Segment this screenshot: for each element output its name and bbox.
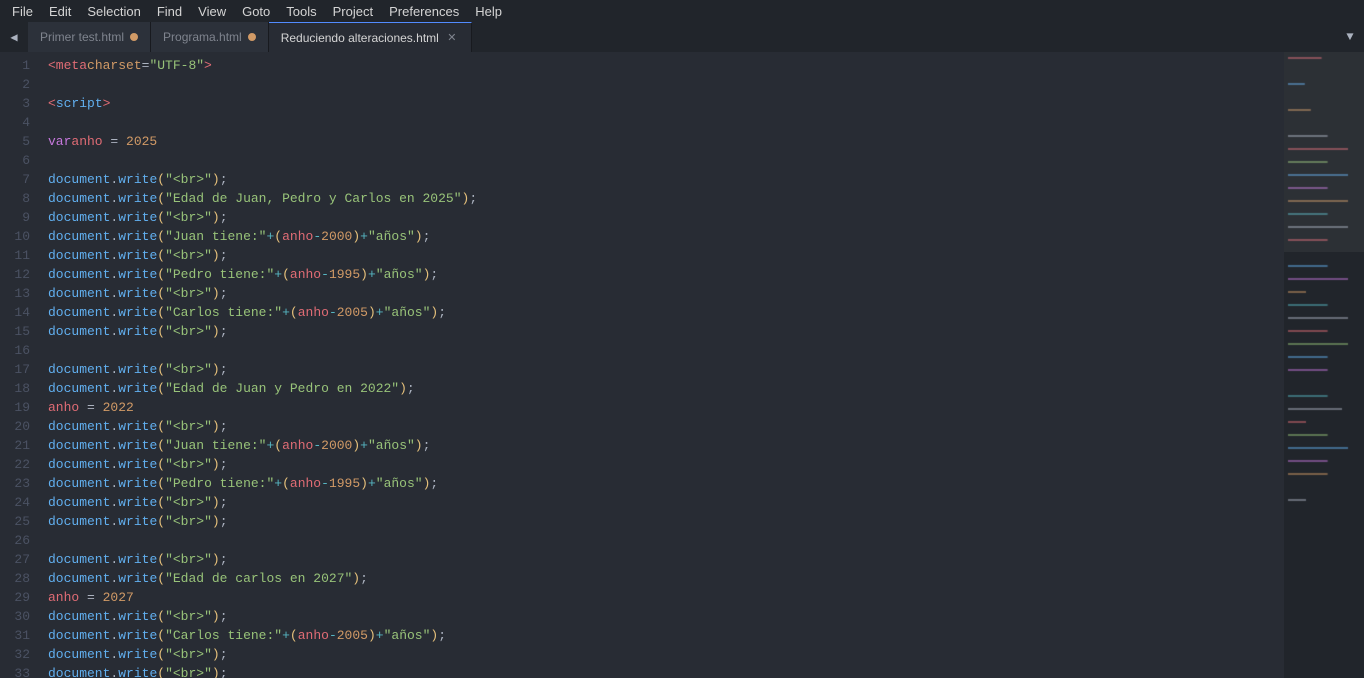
line-numbers: 1234567891011121314151617181920212223242… — [0, 52, 40, 678]
code-line-1: <meta charset="UTF-8"> — [40, 56, 1284, 75]
menu-item-project[interactable]: Project — [325, 2, 381, 21]
menu-item-goto[interactable]: Goto — [234, 2, 278, 21]
code-line-31: document.write("Carlos tiene:"+(anho-200… — [40, 626, 1284, 645]
code-line-3: <script> — [40, 94, 1284, 113]
code-line-28: document.write("Edad de carlos en 2027")… — [40, 569, 1284, 588]
tab-label: Reduciendo alteraciones.html — [281, 31, 439, 45]
line-number-8: 8 — [10, 189, 30, 208]
tab-unsaved-dot — [248, 33, 256, 41]
line-number-22: 22 — [10, 455, 30, 474]
code-line-26 — [40, 531, 1284, 550]
code-line-30: document.write("<br>"); — [40, 607, 1284, 626]
tab-unsaved-dot — [130, 33, 138, 41]
line-number-4: 4 — [10, 113, 30, 132]
editor-area: 1234567891011121314151617181920212223242… — [0, 52, 1364, 678]
line-number-27: 27 — [10, 550, 30, 569]
code-line-22: document.write("<br>"); — [40, 455, 1284, 474]
line-number-25: 25 — [10, 512, 30, 531]
tabs-dropdown-btn[interactable]: ▼ — [1336, 22, 1364, 52]
line-number-17: 17 — [10, 360, 30, 379]
line-number-28: 28 — [10, 569, 30, 588]
tab-label: Primer test.html — [40, 30, 124, 44]
code-line-9: document.write("<br>"); — [40, 208, 1284, 227]
code-line-10: document.write("Juan tiene:"+(anho-2000)… — [40, 227, 1284, 246]
tabs-bar: ◀ Primer test.html Programa.html Reducie… — [0, 22, 1364, 52]
line-number-32: 32 — [10, 645, 30, 664]
line-number-19: 19 — [10, 398, 30, 417]
line-number-15: 15 — [10, 322, 30, 341]
menu-item-tools[interactable]: Tools — [278, 2, 324, 21]
line-number-33: 33 — [10, 664, 30, 678]
code-line-6 — [40, 151, 1284, 170]
code-line-20: document.write("<br>"); — [40, 417, 1284, 436]
menu-item-find[interactable]: Find — [149, 2, 190, 21]
line-number-3: 3 — [10, 94, 30, 113]
line-number-10: 10 — [10, 227, 30, 246]
menu-item-file[interactable]: File — [4, 2, 41, 21]
code-line-18: document.write("Edad de Juan y Pedro en … — [40, 379, 1284, 398]
code-line-2 — [40, 75, 1284, 94]
code-line-8: document.write("Edad de Juan, Pedro y Ca… — [40, 189, 1284, 208]
code-line-17: document.write("<br>"); — [40, 360, 1284, 379]
tab-close-btn[interactable]: ✕ — [445, 31, 459, 45]
code-line-23: document.write("Pedro tiene:"+(anho-1995… — [40, 474, 1284, 493]
minimap — [1284, 52, 1364, 678]
code-line-32: document.write("<br>"); — [40, 645, 1284, 664]
code-content[interactable]: <meta charset="UTF-8"> <script> var anho … — [40, 52, 1284, 678]
code-line-27: document.write("<br>"); — [40, 550, 1284, 569]
code-line-19: anho = 2022 — [40, 398, 1284, 417]
line-number-26: 26 — [10, 531, 30, 550]
code-line-4 — [40, 113, 1284, 132]
menu-bar: FileEditSelectionFindViewGotoToolsProjec… — [0, 0, 1364, 22]
tab-reduciendo[interactable]: Reduciendo alteraciones.html ✕ — [269, 22, 472, 52]
menu-item-preferences[interactable]: Preferences — [381, 2, 467, 21]
menu-item-help[interactable]: Help — [467, 2, 510, 21]
code-line-13: document.write("<br>"); — [40, 284, 1284, 303]
tab-primer-test[interactable]: Primer test.html — [28, 22, 151, 52]
line-number-1: 1 — [10, 56, 30, 75]
line-number-12: 12 — [10, 265, 30, 284]
line-number-29: 29 — [10, 588, 30, 607]
line-number-9: 9 — [10, 208, 30, 227]
tab-nav-left[interactable]: ◀ — [0, 22, 28, 52]
menu-item-view[interactable]: View — [190, 2, 234, 21]
line-number-23: 23 — [10, 474, 30, 493]
tab-label: Programa.html — [163, 30, 242, 44]
menu-item-selection[interactable]: Selection — [79, 2, 148, 21]
code-line-25: document.write("<br>"); — [40, 512, 1284, 531]
line-number-14: 14 — [10, 303, 30, 322]
line-number-13: 13 — [10, 284, 30, 303]
line-number-18: 18 — [10, 379, 30, 398]
line-number-20: 20 — [10, 417, 30, 436]
line-number-2: 2 — [10, 75, 30, 94]
code-line-11: document.write("<br>"); — [40, 246, 1284, 265]
line-number-6: 6 — [10, 151, 30, 170]
code-line-24: document.write("<br>"); — [40, 493, 1284, 512]
line-number-11: 11 — [10, 246, 30, 265]
code-line-12: document.write("Pedro tiene:"+(anho-1995… — [40, 265, 1284, 284]
code-line-7: document.write("<br>"); — [40, 170, 1284, 189]
line-number-21: 21 — [10, 436, 30, 455]
line-number-7: 7 — [10, 170, 30, 189]
line-number-16: 16 — [10, 341, 30, 360]
line-number-30: 30 — [10, 607, 30, 626]
code-line-33: document.write("<br>"); — [40, 664, 1284, 678]
tab-programa[interactable]: Programa.html — [151, 22, 269, 52]
code-line-14: document.write("Carlos tiene:"+(anho-200… — [40, 303, 1284, 322]
menu-item-edit[interactable]: Edit — [41, 2, 79, 21]
code-line-5: var anho = 2025 — [40, 132, 1284, 151]
line-number-5: 5 — [10, 132, 30, 151]
code-line-15: document.write("<br>"); — [40, 322, 1284, 341]
code-line-29: anho = 2027 — [40, 588, 1284, 607]
minimap-viewport — [1284, 52, 1364, 252]
code-line-21: document.write("Juan tiene:"+(anho-2000)… — [40, 436, 1284, 455]
line-number-31: 31 — [10, 626, 30, 645]
line-number-24: 24 — [10, 493, 30, 512]
code-line-16 — [40, 341, 1284, 360]
